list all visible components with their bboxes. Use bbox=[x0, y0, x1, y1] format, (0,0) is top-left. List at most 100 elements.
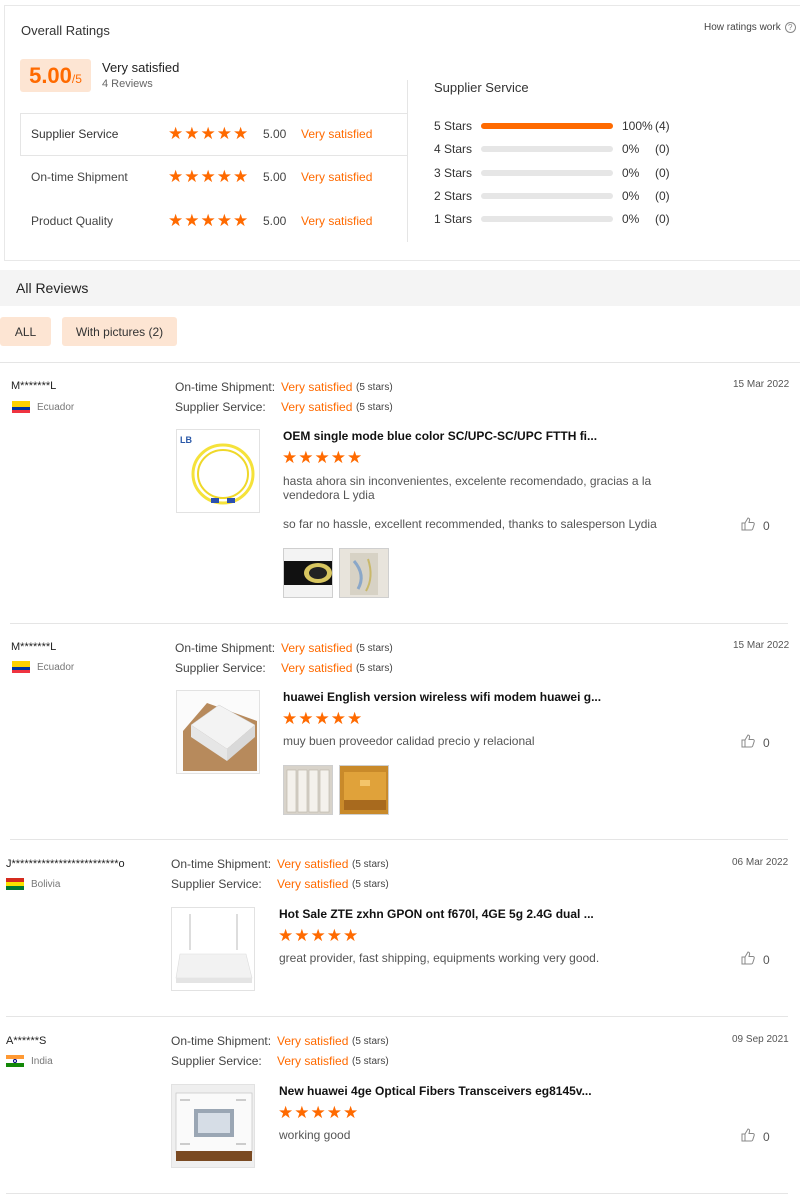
breakdown-bar bbox=[481, 170, 613, 176]
shipment-stars: (5 stars) bbox=[356, 382, 393, 393]
product-title-link[interactable]: huawei English version wireless wifi mod… bbox=[283, 690, 601, 704]
service-stars: (5 stars) bbox=[356, 402, 393, 413]
breakdown-label: 3 Stars bbox=[434, 166, 473, 180]
shipment-verdict: Very satisfied bbox=[281, 380, 353, 394]
review-text: muy buen proveedor calidad precio y rela… bbox=[283, 734, 535, 748]
service-stars: (5 stars) bbox=[356, 663, 393, 674]
overall-score-suffix: /5 bbox=[71, 72, 82, 86]
like-button[interactable]: 0 bbox=[741, 1128, 770, 1145]
reviewer-name: A******S bbox=[6, 1035, 47, 1047]
shipment-verdict: Very satisfied bbox=[281, 641, 353, 655]
service-label: Supplier Service: bbox=[175, 400, 266, 414]
service-stars: (5 stars) bbox=[352, 879, 389, 890]
star-rating: ★★★★★ bbox=[282, 709, 364, 728]
review-text: great provider, fast shipping, equipment… bbox=[279, 951, 600, 965]
divider bbox=[6, 1016, 788, 1017]
flag-ecuador-icon bbox=[12, 661, 30, 673]
reviewer-country: Ecuador bbox=[37, 662, 75, 673]
like-count: 0 bbox=[763, 952, 770, 967]
star-rating: ★★★★★ bbox=[278, 926, 360, 945]
flag-bolivia-icon bbox=[6, 878, 24, 890]
divider bbox=[10, 623, 788, 624]
divider bbox=[0, 362, 800, 363]
breakdown-bar bbox=[481, 216, 613, 222]
star-rating: ★★★★★ bbox=[168, 124, 250, 143]
breakdown-count: (0) bbox=[655, 189, 670, 203]
product-image[interactable] bbox=[176, 690, 260, 774]
overall-score-badge: 5.00 /5 bbox=[20, 59, 91, 92]
thumbs-up-icon bbox=[741, 734, 755, 751]
review-date: 15 Mar 2022 bbox=[733, 640, 790, 651]
product-title-link[interactable]: OEM single mode blue color SC/UPC-SC/UPC… bbox=[283, 429, 597, 443]
service-label: Supplier Service: bbox=[175, 661, 266, 675]
shipment-verdict: Very satisfied bbox=[277, 1034, 349, 1048]
breakdown-count: (0) bbox=[655, 166, 670, 180]
review-text: working good bbox=[279, 1128, 351, 1142]
divider bbox=[10, 839, 788, 840]
breakdown-bar bbox=[481, 123, 613, 129]
product-title-link[interactable]: New huawei 4ge Optical Fibers Transceive… bbox=[279, 1084, 592, 1098]
thumbs-up-icon bbox=[741, 951, 755, 968]
service-verdict: Very satisfied bbox=[277, 877, 349, 891]
how-ratings-work-link[interactable]: How ratings work ? bbox=[704, 22, 796, 33]
review-count: 4 Reviews bbox=[102, 78, 153, 90]
shipment-stars: (5 stars) bbox=[352, 859, 389, 870]
product-title-link[interactable]: Hot Sale ZTE zxhn GPON ont f670l, 4GE 5g… bbox=[279, 907, 594, 921]
like-count: 0 bbox=[763, 518, 770, 533]
service-verdict: Very satisfied bbox=[281, 400, 353, 414]
shipment-label: On-time Shipment: bbox=[175, 380, 276, 394]
like-count: 0 bbox=[763, 1129, 770, 1144]
shipment-label: On-time Shipment: bbox=[171, 857, 272, 871]
star-rating: ★★★★★ bbox=[168, 167, 250, 186]
breakdown-bar-fill bbox=[481, 123, 613, 129]
divider bbox=[6, 1193, 788, 1194]
thumbs-up-icon bbox=[741, 517, 755, 534]
breakdown-bar bbox=[481, 193, 613, 199]
reviewer-name: M*******L bbox=[11, 380, 57, 392]
breakdown-label: 5 Stars bbox=[434, 119, 473, 133]
product-image[interactable]: LB bbox=[176, 429, 260, 513]
like-button[interactable]: 0 bbox=[741, 951, 770, 968]
card-divider bbox=[407, 80, 408, 242]
service-stars: (5 stars) bbox=[352, 1056, 389, 1067]
review-photo[interactable] bbox=[283, 548, 333, 598]
review-photo[interactable] bbox=[339, 765, 389, 815]
breakdown-count: (4) bbox=[655, 119, 670, 133]
like-button[interactable]: 0 bbox=[741, 517, 770, 534]
service-verdict: Very satisfied bbox=[277, 1054, 349, 1068]
breakdown-percent: 0% bbox=[622, 189, 640, 203]
breakdown-count: (0) bbox=[655, 142, 670, 156]
like-count: 0 bbox=[763, 735, 770, 750]
shipment-label: On-time Shipment: bbox=[171, 1034, 272, 1048]
product-image[interactable] bbox=[171, 1084, 255, 1168]
reviewer-country: Bolivia bbox=[31, 879, 61, 890]
review-date: 09 Sep 2021 bbox=[732, 1034, 789, 1045]
like-button[interactable]: 0 bbox=[741, 734, 770, 751]
help-icon: ? bbox=[784, 22, 796, 33]
product-image[interactable] bbox=[171, 907, 255, 991]
star-rating: ★★★★★ bbox=[282, 448, 364, 467]
overall-ratings-title: Overall Ratings bbox=[21, 23, 110, 38]
review-photo[interactable] bbox=[339, 548, 389, 598]
filter-all-button[interactable]: ALL bbox=[0, 317, 51, 346]
flag-india-icon bbox=[6, 1055, 24, 1067]
star-rating: ★★★★★ bbox=[278, 1103, 360, 1122]
service-verdict: Very satisfied bbox=[281, 661, 353, 675]
service-label: Supplier Service: bbox=[171, 877, 262, 891]
breakdown-bar bbox=[481, 146, 613, 152]
reviewer-country: India bbox=[31, 1056, 53, 1067]
breakdown-count: (0) bbox=[655, 212, 670, 226]
review-date: 15 Mar 2022 bbox=[733, 379, 790, 390]
review-photo[interactable] bbox=[283, 765, 333, 815]
shipment-stars: (5 stars) bbox=[352, 1036, 389, 1047]
flag-ecuador-icon bbox=[12, 401, 30, 413]
reviewer-name: M*******L bbox=[11, 641, 57, 653]
all-reviews-title: All Reviews bbox=[16, 280, 89, 296]
breakdown-label: 4 Stars bbox=[434, 142, 473, 156]
shipment-label: On-time Shipment: bbox=[175, 641, 276, 655]
breakdown-percent: 100% bbox=[622, 119, 653, 133]
overall-score: 5.00 bbox=[29, 63, 72, 88]
star-rating: ★★★★★ bbox=[168, 211, 250, 230]
filter-with-pictures-button[interactable]: With pictures (2) bbox=[62, 317, 177, 346]
svg-text:LB: LB bbox=[180, 435, 192, 445]
